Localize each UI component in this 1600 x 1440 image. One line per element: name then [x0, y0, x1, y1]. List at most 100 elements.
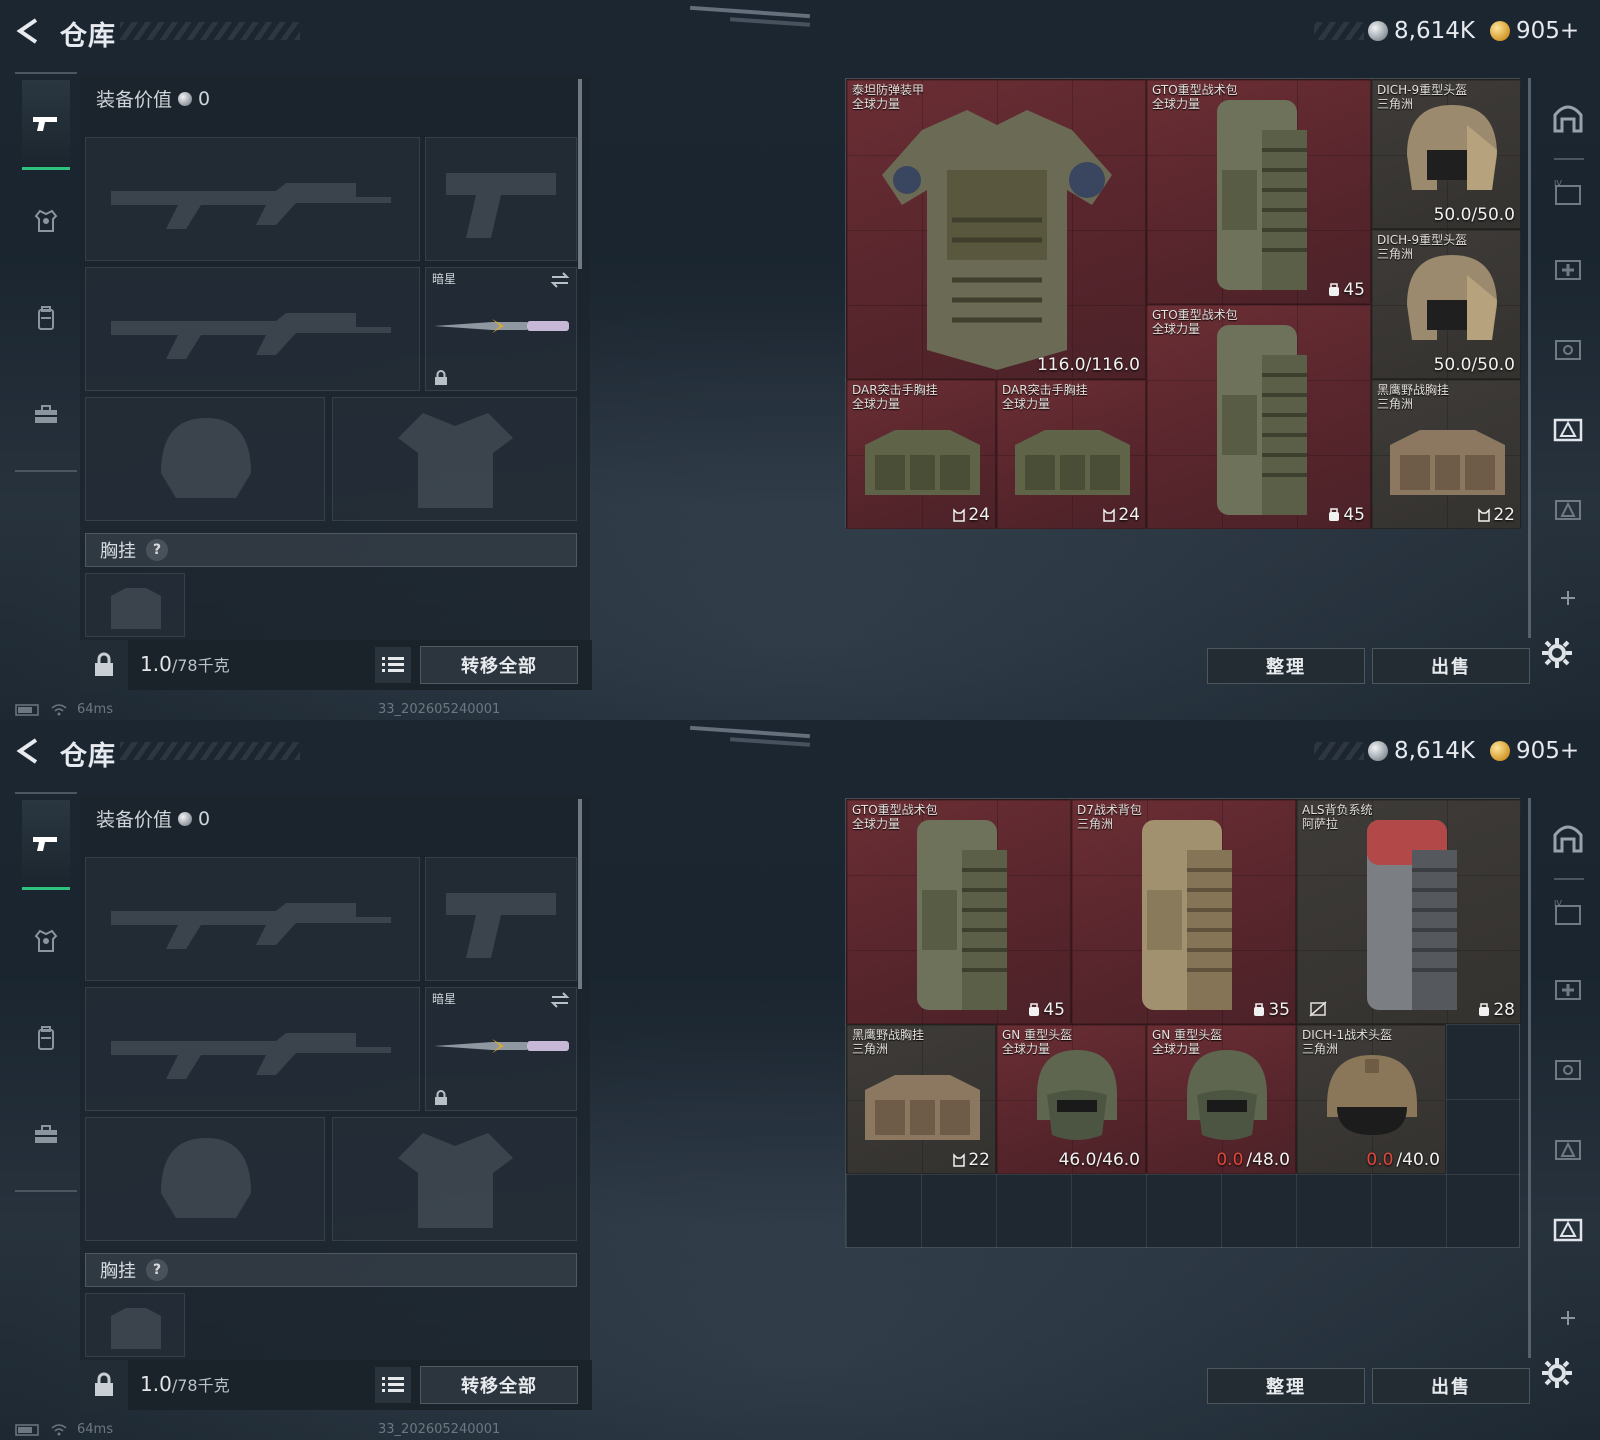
stash-item[interactable]: DICH-9重型头盔 三角洲 50.0/50.0 [1371, 79, 1521, 229]
pistol-silhouette-icon [446, 173, 556, 238]
secondary-weapon-slot[interactable] [85, 267, 420, 391]
stash-page-6-button[interactable] [1548, 1208, 1588, 1248]
helmet-slot[interactable] [85, 1117, 325, 1241]
heavy-helmet-icon [1187, 1050, 1267, 1140]
tab-backpack[interactable] [22, 1014, 70, 1062]
stash-item[interactable]: ALS背负系统 阿萨拉 28 [1296, 799, 1521, 1024]
help-icon[interactable]: ? [146, 539, 168, 561]
item-name: DAR突击手胸挂 全球力量 [1002, 383, 1088, 411]
tab-armor[interactable] [22, 197, 70, 245]
rail-line [1528, 78, 1531, 638]
rifle-silhouette-icon [111, 903, 391, 949]
rig-capacity-icon [953, 508, 966, 522]
back-arrow-icon[interactable] [14, 16, 44, 46]
backpack-lock-button[interactable] [80, 640, 128, 690]
stash-item[interactable]: 泰坦防弹装甲 全球力量 116.0/116.0 [846, 79, 1146, 379]
stash-item[interactable]: DAR突击手胸挂 全球力量 24 [996, 379, 1146, 529]
transfer-all-button[interactable]: 转移全部 [420, 1366, 578, 1404]
gold-currency[interactable]: 905+ [1490, 736, 1579, 766]
helmet-slot[interactable] [85, 397, 325, 521]
add-stash-page-button[interactable] [1548, 578, 1588, 618]
page-title: 仓库 [60, 741, 116, 772]
stash-page-3-button[interactable] [1548, 248, 1588, 288]
sort-button[interactable]: 整理 [1207, 1368, 1365, 1404]
stash-item[interactable]: DAR突击手胸挂 全球力量 24 [846, 379, 996, 529]
item-capacity: 24 [1103, 505, 1140, 525]
gold-currency[interactable]: 905+ [1490, 16, 1579, 46]
back-arrow-icon[interactable] [14, 736, 44, 766]
weight-max: /78千克 [171, 1376, 230, 1395]
screen-top: 仓库 8,614K 905+ 装备价值 0 暗星 胸挂 ? 1.0/78千克 转… [0, 0, 1600, 720]
tab-armor[interactable] [22, 917, 70, 965]
silver-currency[interactable]: 8,614K [1368, 16, 1475, 46]
secondary-weapon-slot[interactable] [85, 987, 420, 1111]
bag-capacity-icon [1329, 283, 1340, 296]
stash-page-5-button[interactable] [1548, 1128, 1588, 1168]
helmet-silhouette-icon [161, 418, 251, 498]
stash-page-1-button[interactable] [1548, 98, 1588, 138]
body-armor-slot[interactable] [332, 1117, 577, 1241]
primary-weapon-slot[interactable] [85, 857, 420, 981]
equipment-scrollbar[interactable] [578, 799, 582, 989]
list-view-button[interactable] [375, 1367, 411, 1403]
transfer-all-button[interactable]: 转移全部 [420, 646, 578, 684]
stash-page-6-button[interactable] [1548, 488, 1588, 528]
primary-weapon-slot[interactable] [85, 137, 420, 261]
stash-item[interactable]: GTO重型战术包 全球力量 45 [1146, 79, 1371, 304]
ping-readout: 64ms [77, 1422, 113, 1437]
backpack-icon [1367, 820, 1457, 1010]
help-icon[interactable]: ? [146, 1259, 168, 1281]
sell-button[interactable]: 出售 [1372, 648, 1530, 684]
body-armor-slot[interactable] [332, 397, 577, 521]
stash-item[interactable]: DICH-1战术头盔 三角洲 0.0/40.0 [1296, 1024, 1446, 1174]
chest-rig-slot[interactable] [85, 1293, 185, 1357]
equipment-scrollbar[interactable] [578, 79, 582, 269]
tab-backpack[interactable] [22, 294, 70, 342]
stash-item[interactable]: 黑鹰野战胸挂 三角洲 22 [1371, 379, 1521, 529]
tab-toolbox[interactable] [22, 1110, 70, 1158]
item-name: ALS背负系统 阿萨拉 [1302, 803, 1373, 831]
swap-icon[interactable] [550, 992, 570, 1008]
sell-button[interactable]: 出售 [1372, 1368, 1530, 1404]
stash-page-1-button[interactable] [1548, 818, 1588, 858]
backpack-lock-button[interactable] [80, 1360, 128, 1410]
swap-icon[interactable] [550, 272, 570, 288]
stash-item[interactable]: 黑鹰野战胸挂 三角洲 22 [846, 1024, 996, 1174]
armor-silhouette-icon [398, 413, 513, 508]
stash-page-2-button[interactable]: IV [1548, 893, 1588, 933]
tab-weapons[interactable] [22, 80, 70, 170]
build-version: 33_202605240001 [378, 1422, 501, 1437]
stash-item[interactable]: GTO重型战术包 全球力量 45 [1146, 304, 1371, 529]
stash-item[interactable]: GN 重型头盔 全球力量 0.0/48.0 [1146, 1024, 1296, 1174]
tab-toolbox[interactable] [22, 390, 70, 438]
stash-item[interactable]: GTO重型战术包 全球力量 45 [846, 799, 1071, 1024]
tab-weapons[interactable] [22, 800, 70, 890]
settings-gear-icon[interactable] [1540, 1356, 1574, 1390]
stash-page-5-button[interactable] [1548, 408, 1588, 448]
stash-page-4-button[interactable] [1548, 328, 1588, 368]
list-view-button[interactable] [375, 647, 411, 683]
pistol-slot[interactable] [425, 857, 577, 981]
settings-gear-icon[interactable] [1540, 636, 1574, 670]
stash-item[interactable]: D7战术背包 三角洲 35 [1071, 799, 1296, 1024]
sort-button[interactable]: 整理 [1207, 648, 1365, 684]
bag-capacity-icon [1254, 1003, 1265, 1016]
stash-item[interactable]: DICH-9重型头盔 三角洲 50.0/50.0 [1371, 229, 1521, 379]
toolbox-icon [35, 405, 57, 423]
stash-page-4-button[interactable] [1548, 1048, 1588, 1088]
chest-rig-slot[interactable] [85, 573, 185, 637]
heavy-helmet-icon [1407, 105, 1497, 190]
stash-page-2-button[interactable]: IV [1548, 173, 1588, 213]
wifi-icon [51, 703, 67, 715]
add-stash-page-button[interactable] [1548, 1298, 1588, 1338]
stash-item[interactable]: GN 重型头盔 全球力量 46.0/46.0 [996, 1024, 1146, 1174]
pistol-slot[interactable] [425, 137, 577, 261]
bag-capacity-icon [1029, 1003, 1040, 1016]
melee-slot[interactable]: 暗星 [425, 987, 577, 1111]
vault-icon [1553, 825, 1583, 853]
stash-page-3-button[interactable] [1548, 968, 1588, 1008]
pistol-silhouette-icon [446, 893, 556, 958]
silver-currency[interactable]: 8,614K [1368, 736, 1475, 766]
title-hatch-decoration [120, 22, 300, 40]
melee-slot[interactable]: 暗星 [425, 267, 577, 391]
